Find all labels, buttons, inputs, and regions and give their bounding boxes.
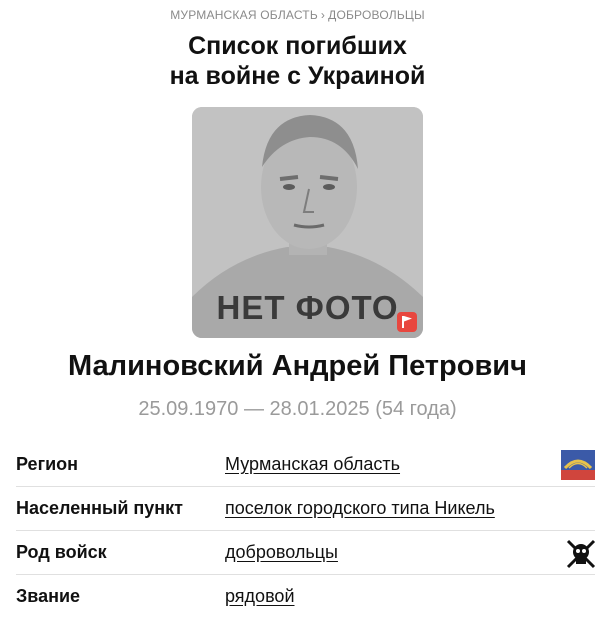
service-branch-link[interactable]: добровольцы (225, 542, 338, 563)
breadcrumb-separator: › (320, 8, 326, 22)
details-label: Род войск (16, 542, 107, 562)
no-photo-label: НЕТ ФОТО (216, 289, 399, 326)
volunteers-emblem-icon (565, 538, 595, 570)
person-name: Малиновский Андрей Петрович (68, 350, 527, 382)
report-flag-button[interactable] (397, 312, 417, 332)
region-coat-of-arms-icon (561, 450, 595, 480)
page-title-line-2: на войне с Украиной (169, 62, 426, 90)
breadcrumb-item-volunteers[interactable]: Добровольцы (328, 8, 425, 22)
region-link[interactable]: Мурманская область (225, 454, 400, 475)
rank-link[interactable]: рядовой (225, 586, 295, 607)
details-row-service-branch: Род войск добровольцы (16, 531, 595, 575)
flag-icon (402, 316, 412, 328)
page-title: Список погибших на войне с Украиной (0, 31, 595, 91)
details-row-region: Регион Мурманская область (16, 443, 595, 487)
breadcrumb: Мурманская область › Добровольцы (0, 8, 595, 22)
life-dates: 25.09.1970 — 28.01.2025 (54 года) (138, 398, 457, 420)
details-label: Звание (16, 586, 81, 606)
settlement-link[interactable]: поселок городского типа Никель (225, 498, 495, 519)
details-label: Регион (16, 454, 78, 474)
details-table: Регион Мурманская область Населенный пун… (16, 443, 595, 618)
breadcrumb-item-region[interactable]: Мурманская область (170, 8, 318, 22)
details-label: Населенный пункт (16, 498, 184, 518)
details-row-rank: Звание рядовой (16, 575, 595, 618)
details-row-settlement: Населенный пункт поселок городского типа… (16, 487, 595, 531)
page-title-line-1: Список погибших (188, 32, 407, 60)
no-photo-placeholder: НЕТ ФОТО (192, 107, 423, 338)
